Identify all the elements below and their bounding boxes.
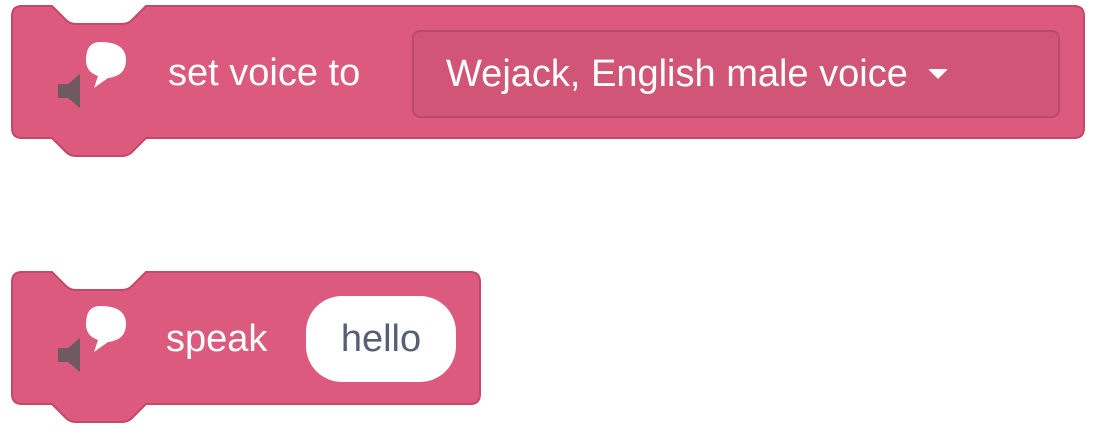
set-voice-label: set voice to: [168, 52, 361, 94]
block-workspace: set voice to Wejack, English male voice …: [0, 0, 1096, 442]
set-voice-block[interactable]: set voice to Wejack, English male voice: [11, 5, 1085, 166]
speak-text-value: hello: [340, 317, 422, 360]
voice-dropdown[interactable]: Wejack, English male voice: [412, 30, 1060, 118]
speak-label: speak: [166, 318, 268, 360]
voice-dropdown-value: Wejack, English male voice: [446, 52, 908, 95]
speak-block[interactable]: speak hello: [11, 271, 482, 432]
text-to-speech-icon: [58, 306, 126, 372]
text-to-speech-icon: [58, 42, 126, 108]
chevron-down-icon: [927, 69, 948, 79]
speak-text-input[interactable]: hello: [306, 296, 456, 382]
